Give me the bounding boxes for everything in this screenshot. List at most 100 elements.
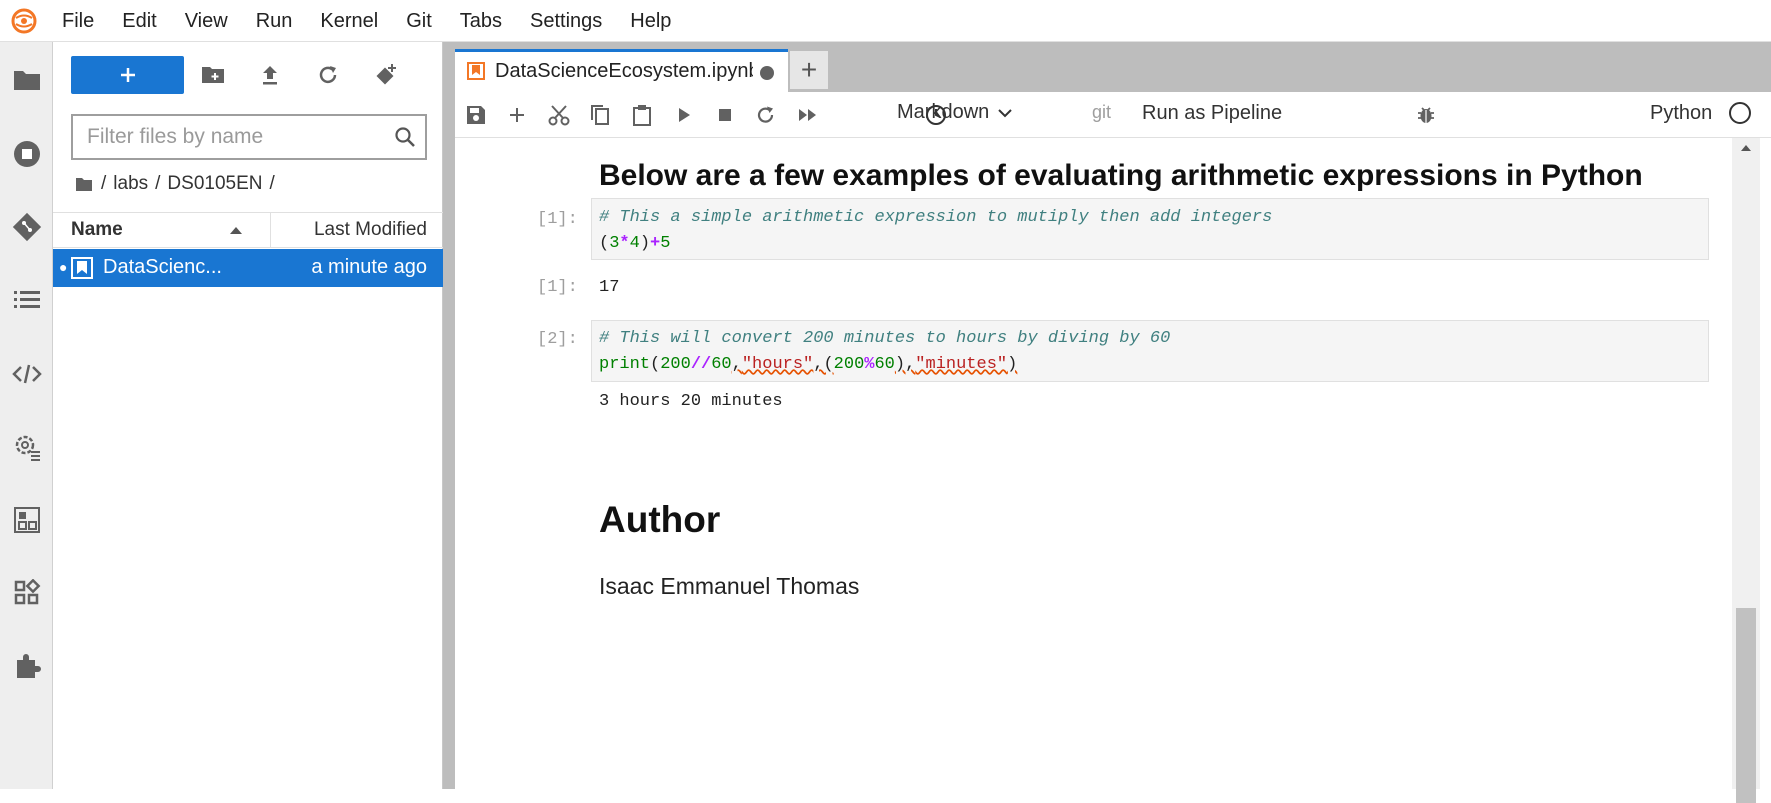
file-browser-panel: / labs / DS0105EN / Name Last Modified ●… (53, 42, 443, 789)
kernel-name[interactable]: Python (1650, 102, 1712, 125)
extensions-blocks-icon[interactable] (0, 568, 53, 618)
file-name: DataScienc... (103, 256, 222, 278)
menu-view[interactable]: View (171, 0, 242, 42)
new-folder-button[interactable] (193, 56, 233, 94)
notebook-tab-icon (467, 62, 485, 80)
breadcrumb-separator: / (101, 173, 107, 194)
home-folder-icon[interactable] (75, 177, 93, 192)
author-name[interactable]: Isaac Emmanuel Thomas (599, 573, 859, 600)
interrupt-kernel-button[interactable] (710, 100, 740, 130)
run-icon (679, 108, 690, 122)
filter-files-input[interactable] (87, 116, 387, 158)
menu-git[interactable]: Git (392, 0, 446, 42)
new-folder-icon (202, 67, 224, 83)
menu-settings[interactable]: Settings (516, 0, 616, 42)
cut-cell-button[interactable] (544, 100, 574, 130)
paste-icon (633, 105, 651, 126)
menu-bar: File Edit View Run Kernel Git Tabs Setti… (0, 0, 1771, 42)
git-diff-button[interactable]: git (1092, 102, 1111, 123)
upload-button[interactable] (250, 56, 290, 94)
breadcrumb-labs[interactable]: labs (113, 173, 148, 195)
refresh-button[interactable] (308, 56, 348, 94)
stop-icon (719, 109, 731, 121)
name-column-header[interactable]: Name (53, 213, 271, 247)
file-list-item[interactable]: ● DataScienc... a minute ago (53, 249, 443, 287)
vertical-scrollbar[interactable] (1732, 138, 1760, 803)
jupyter-logo-icon (0, 0, 48, 42)
running-indicator-icon: ● (59, 259, 68, 275)
search-icon[interactable] (393, 125, 417, 149)
name-column-label: Name (71, 219, 123, 240)
last-modified-column-header[interactable]: Last Modified (271, 213, 443, 247)
breadcrumb-separator: / (269, 173, 275, 194)
runtimes-gear-icon[interactable] (0, 422, 53, 472)
git-clone-button[interactable] (366, 56, 406, 94)
filter-files-box (71, 114, 427, 160)
menu-kernel[interactable]: Kernel (306, 0, 392, 42)
input-prompt: [1]: (537, 210, 578, 229)
code-line: (3*4)+5 (599, 234, 671, 253)
bug-icon (1418, 107, 1434, 123)
last-modified-column-label: Last Modified (313, 219, 427, 240)
git-icon[interactable] (0, 202, 53, 252)
debugger-button[interactable] (1411, 100, 1441, 130)
run-as-pipeline-button[interactable]: Run as Pipeline (1142, 102, 1282, 125)
refresh-icon (319, 66, 337, 84)
plus-icon (120, 68, 135, 82)
code-snippets-icon[interactable] (0, 349, 53, 399)
copy-cell-button[interactable] (585, 100, 615, 130)
upload-icon (263, 66, 277, 85)
kernel-idle-status-icon (1729, 102, 1751, 124)
menu-help[interactable]: Help (616, 0, 685, 42)
notebook-toolbar: Markdown git Run as Pipeline Python (455, 92, 1771, 138)
output-prompt: [1]: (537, 278, 578, 297)
code-cell-editor[interactable]: # This will convert 200 minutes to hours… (591, 320, 1709, 382)
insert-cell-button[interactable] (502, 100, 532, 130)
cell-execution-time-button[interactable] (921, 100, 951, 130)
code-cell-editor[interactable]: # This a simple arithmetic expression to… (591, 198, 1709, 260)
scrollbar-thumb[interactable] (1736, 608, 1756, 803)
cell-output: 3 hours 20 minutes (599, 392, 783, 411)
add-tab-button[interactable]: + (790, 51, 828, 89)
folder-icon[interactable] (0, 55, 53, 105)
input-prompt: [2]: (537, 330, 578, 349)
fast-forward-icon (799, 109, 816, 121)
paste-cell-button[interactable] (627, 100, 657, 130)
breadcrumb-ds0105en[interactable]: DS0105EN (167, 173, 262, 195)
menu-tabs[interactable]: Tabs (446, 0, 516, 42)
plus-icon (510, 108, 524, 122)
activity-bar (0, 42, 53, 789)
cell-type-dropdown[interactable]: Markdown (897, 101, 1013, 124)
cell-output: 17 (599, 278, 620, 297)
restart-kernel-button[interactable] (751, 100, 781, 130)
code-comment: # This a simple arithmetic expression to… (599, 208, 1273, 227)
menu-file[interactable]: File (48, 0, 108, 42)
file-browser-toolbar (53, 42, 443, 110)
notebook-panel: Markdown git Run as Pipeline Python Belo… (455, 92, 1771, 803)
running-stop-icon[interactable] (0, 129, 53, 179)
menu-edit[interactable]: Edit (108, 0, 170, 42)
code-line: print(200//60,"hours",(200%60),"minutes"… (599, 355, 1018, 374)
markdown-heading[interactable]: Below are a few examples of evaluating a… (599, 159, 1643, 193)
scissors-icon (548, 105, 570, 126)
breadcrumb-separator: / (155, 173, 161, 194)
new-launcher-button[interactable] (71, 56, 184, 94)
sort-ascending-icon (230, 227, 242, 234)
author-heading[interactable]: Author (599, 499, 720, 541)
save-button[interactable] (461, 100, 491, 130)
tab-notebook[interactable]: DataScienceEcosystem.ipynb (455, 49, 788, 92)
restart-run-all-button[interactable] (793, 100, 823, 130)
code-comment: # This will convert 200 minutes to hours… (599, 329, 1171, 348)
breadcrumb: / labs / DS0105EN / (75, 168, 282, 200)
table-of-contents-icon[interactable] (0, 275, 53, 325)
unsaved-dot-icon[interactable] (760, 66, 774, 80)
chevron-down-icon (998, 108, 1012, 117)
run-cell-button[interactable] (669, 100, 699, 130)
puzzle-piece-icon[interactable] (0, 641, 53, 691)
menu-run[interactable]: Run (242, 0, 307, 42)
component-catalog-icon[interactable] (0, 495, 53, 545)
file-last-modified: a minute ago (311, 256, 427, 278)
git-clone-icon (376, 64, 396, 85)
copy-icon (591, 105, 609, 125)
scroll-up-arrow-icon[interactable] (1740, 144, 1752, 152)
